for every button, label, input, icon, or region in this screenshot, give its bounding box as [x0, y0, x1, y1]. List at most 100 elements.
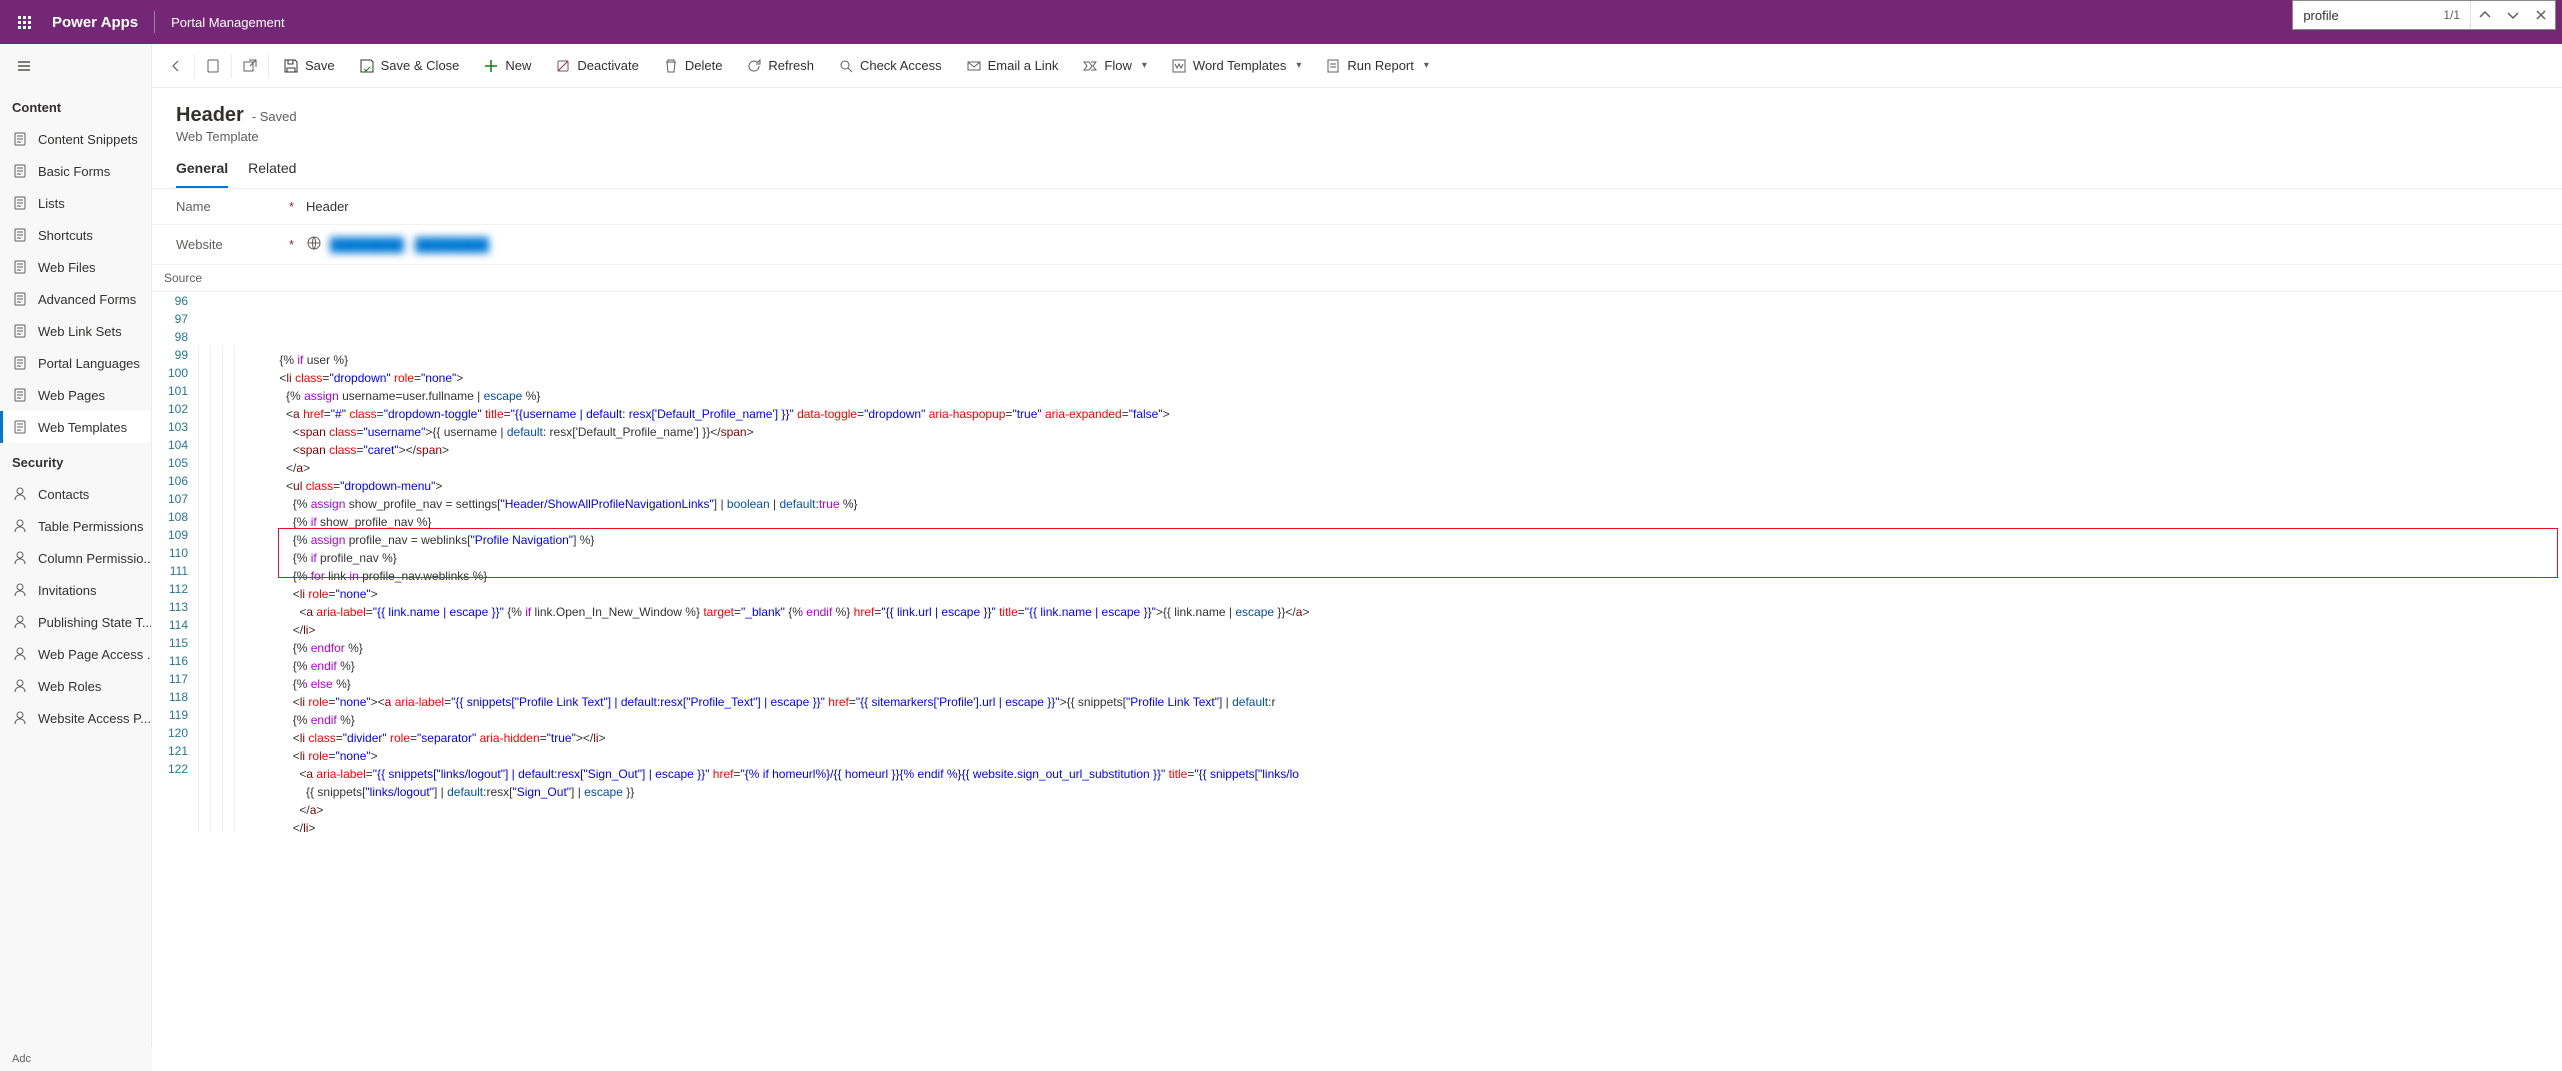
tab-general[interactable]: General — [176, 160, 228, 188]
mail-icon — [966, 58, 982, 74]
nav-toggle-button[interactable] — [0, 44, 151, 88]
brand-name[interactable]: Power Apps — [48, 14, 154, 31]
code-line[interactable]: <a href="#" class="dropdown-toggle" titl… — [198, 400, 2562, 418]
section-header-content: Content — [0, 88, 151, 123]
code-line[interactable]: </a> — [198, 454, 2562, 472]
word-templates-button[interactable]: Word Templates ▾ — [1159, 44, 1313, 87]
close-icon — [2533, 7, 2549, 23]
tab-related[interactable]: Related — [248, 160, 296, 188]
field-row-website: Website* ████████ · ████████ — [152, 225, 2562, 265]
sidebar-item-column-permissions[interactable]: Column Permissio... — [0, 542, 151, 574]
find-prev-button[interactable] — [2471, 1, 2499, 29]
find-input[interactable] — [2293, 1, 2433, 29]
entity-name: Web Template — [176, 129, 2538, 144]
app-launcher-button[interactable] — [0, 0, 48, 44]
nav-item-icon — [12, 646, 28, 662]
code-editor[interactable]: 9697989910010110210310410510610710810911… — [152, 292, 2562, 832]
code-line[interactable]: </li> — [198, 814, 2562, 832]
nav-item-label: Web Page Access ... — [38, 647, 151, 662]
nav-item-icon — [12, 614, 28, 630]
nav-item-icon — [12, 550, 28, 566]
sidebar-item-basic-forms[interactable]: Basic Forms — [0, 155, 151, 187]
website-field-value[interactable]: ████████ · ████████ — [306, 235, 489, 254]
sidebar-item-table-permissions[interactable]: Table Permissions — [0, 510, 151, 542]
chevron-up-icon — [2477, 7, 2493, 23]
find-close-button[interactable] — [2527, 1, 2555, 29]
email-link-button[interactable]: Email a Link — [954, 44, 1071, 87]
code-line[interactable]: {% endfor %} — [198, 634, 2562, 652]
plus-icon — [483, 58, 499, 74]
chevron-down-icon: ▾ — [1142, 60, 1147, 71]
sidebar-item-web-files[interactable]: Web Files — [0, 251, 151, 283]
word-templates-label: Word Templates — [1193, 58, 1286, 73]
code-line[interactable]: <span class="username">{{ username | def… — [198, 418, 2562, 436]
chevron-down-icon: ▾ — [1296, 60, 1301, 71]
code-line[interactable]: {% assign username=user.fullname | escap… — [198, 382, 2562, 400]
sidebar-item-web-roles[interactable]: Web Roles — [0, 670, 151, 702]
save-button[interactable]: Save — [271, 44, 347, 87]
flow-button[interactable]: Flow▾ — [1070, 44, 1158, 87]
sidebar-item-contacts[interactable]: Contacts — [0, 478, 151, 510]
sidebar-item-web-page-access[interactable]: Web Page Access ... — [0, 638, 151, 670]
sidebar-item-portal-languages[interactable]: Portal Languages — [0, 347, 151, 379]
app-name: Portal Management — [155, 15, 300, 30]
deactivate-button[interactable]: Deactivate — [543, 44, 650, 87]
new-button[interactable]: New — [471, 44, 543, 87]
nav-item-icon — [12, 710, 28, 726]
nav-item-icon — [12, 227, 28, 243]
code-line[interactable]: {% endif %} — [198, 652, 2562, 670]
nav-item-icon — [12, 518, 28, 534]
sidebar-item-advanced-forms[interactable]: Advanced Forms — [0, 283, 151, 315]
code-line[interactable]: <li role="none"><a aria-label="{{ snippe… — [198, 688, 2562, 706]
code-line[interactable]: <a aria-label="{{ snippets["links/logout… — [198, 760, 2562, 778]
sidebar-item-invitations[interactable]: Invitations — [0, 574, 151, 606]
line-number-gutter: 9697989910010110210310410510610710810911… — [152, 292, 198, 832]
name-field-label: Name — [176, 199, 211, 214]
sidebar-item-lists[interactable]: Lists — [0, 187, 151, 219]
delete-button[interactable]: Delete — [651, 44, 735, 87]
email-link-label: Email a Link — [988, 58, 1059, 73]
code-line[interactable]: {{ snippets["links/logout"] | default:re… — [198, 778, 2562, 796]
flow-icon — [1082, 58, 1098, 74]
nav-item-label: Advanced Forms — [38, 292, 136, 307]
page-title: Header — [176, 104, 244, 127]
sidebar-item-shortcuts[interactable]: Shortcuts — [0, 219, 151, 251]
run-report-button[interactable]: Run Report▾ — [1313, 44, 1441, 87]
code-line[interactable]: {% assign show_profile_nav = settings["H… — [198, 490, 2562, 508]
code-content[interactable]: {% if user %} <li class="dropdown" role=… — [198, 292, 2562, 832]
refresh-button[interactable]: Refresh — [734, 44, 826, 87]
delete-label: Delete — [685, 58, 723, 73]
command-bar: Save Save & Close New Deactivate Delete … — [152, 44, 2562, 88]
code-line[interactable]: {% assign profile_nav = weblinks["Profil… — [198, 526, 2562, 544]
code-line[interactable]: {% else %} — [198, 670, 2562, 688]
code-line[interactable]: {% if user %} — [198, 346, 2562, 364]
deactivate-label: Deactivate — [577, 58, 638, 73]
sidebar-item-web-link-sets[interactable]: Web Link Sets — [0, 315, 151, 347]
globe-icon — [306, 235, 322, 254]
name-field-value[interactable]: Header — [306, 199, 349, 214]
code-line[interactable]: <ul class="dropdown-menu"> — [198, 472, 2562, 490]
code-line[interactable]: <li class="divider" role="separator" ari… — [198, 724, 2562, 742]
find-next-button[interactable] — [2499, 1, 2527, 29]
sidebar-item-website-access[interactable]: Website Access P... — [0, 702, 151, 734]
save-close-icon — [359, 58, 375, 74]
open-new-window-button[interactable] — [234, 50, 266, 82]
back-button[interactable] — [160, 50, 192, 82]
code-line[interactable]: <li role="none"> — [198, 580, 2562, 598]
divider — [268, 54, 269, 78]
save-close-button[interactable]: Save & Close — [347, 44, 472, 87]
open-record-set-button[interactable] — [197, 50, 229, 82]
sidebar-item-web-templates[interactable]: Web Templates — [0, 411, 151, 443]
code-line[interactable]: {% for link in profile_nav.weblinks %} — [198, 562, 2562, 580]
check-access-button[interactable]: Check Access — [826, 44, 954, 87]
divider — [194, 54, 195, 78]
sidebar-item-content-snippets[interactable]: Content Snippets — [0, 123, 151, 155]
code-line[interactable]: <li class="dropdown" role="none"> — [198, 364, 2562, 382]
required-marker: * — [289, 237, 294, 252]
nav-item-icon — [12, 355, 28, 371]
code-line[interactable]: <a aria-label="{{ link.name | escape }}"… — [198, 598, 2562, 616]
nav-item-icon — [12, 323, 28, 339]
save-icon — [283, 58, 299, 74]
sidebar-item-web-pages[interactable]: Web Pages — [0, 379, 151, 411]
sidebar-item-publishing-state-transitions[interactable]: Publishing State T... — [0, 606, 151, 638]
